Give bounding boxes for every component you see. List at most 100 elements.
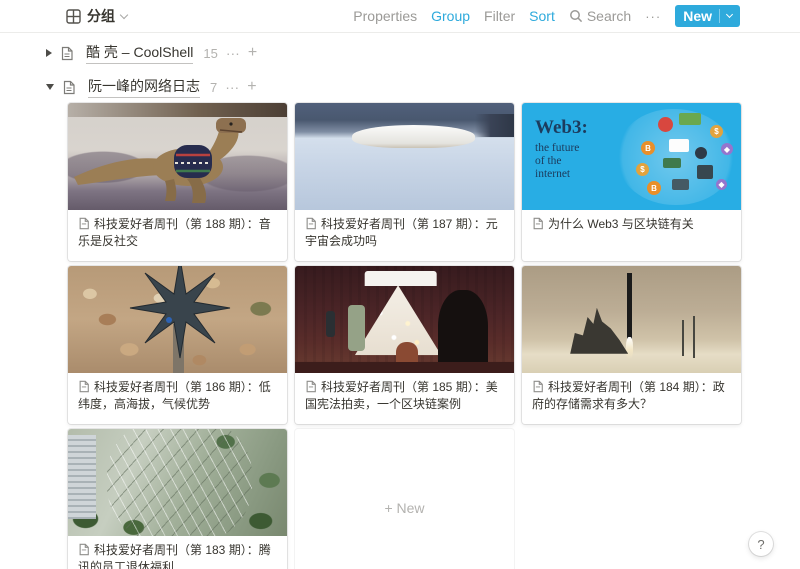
expand-toggle-icon[interactable] (46, 49, 52, 57)
gallery-card-188[interactable]: 科技爱好者周刊（第 188 期）：音乐是反社交 (68, 103, 287, 261)
view-title: 分组 (87, 6, 115, 26)
star-spire-figure (68, 266, 287, 373)
new-button-label[interactable]: New (683, 8, 712, 24)
more-options-button[interactable]: ··· (645, 9, 661, 24)
page-icon (532, 380, 544, 393)
card-cover-image (295, 266, 514, 373)
rocket-shape (627, 273, 632, 341)
card-title-text: 科技爱好者周刊（第 188 期）：音乐是反社交 (78, 217, 271, 248)
card-title: 为什么 Web3 与区块链有关 (522, 210, 741, 233)
card-cover-image (68, 266, 287, 373)
help-button[interactable]: ? (749, 532, 773, 556)
web3-sub1: the future (535, 142, 588, 155)
gallery-card-186[interactable]: 科技爱好者周刊（第 186 期）：低纬度，高海拔，气候优势 (68, 266, 287, 424)
person-sitting (396, 342, 418, 364)
gallery-view-icon (66, 9, 81, 24)
cloud-icon (669, 139, 689, 152)
new-button[interactable]: New (675, 5, 740, 27)
dinosaur-figure (68, 103, 287, 210)
coin-icon: $ (710, 125, 723, 138)
group-add-button[interactable]: + (248, 45, 257, 61)
bitcoin-icon: B (641, 141, 655, 155)
page-icon (78, 543, 90, 556)
gallery-card-183[interactable]: 科技爱好者周刊（第 183 期）：腾讯的员工退休福利 (68, 429, 287, 569)
card-title: 科技爱好者周刊（第 188 期）：音乐是反社交 (68, 210, 287, 250)
card-title-text: 科技爱好者周刊（第 184 期）：政府的存储需求有多大？ (532, 380, 725, 411)
lightning-tower (682, 320, 684, 356)
group-header-coolshell: 酷 壳 – CoolShell 15 ··· + (46, 41, 800, 65)
page-icon (305, 217, 317, 230)
card-cover-image (68, 103, 287, 210)
card-cover-image (522, 266, 741, 373)
gallery-card-web3[interactable]: Web3: the future of the internet $ ◆ B $… (522, 103, 741, 261)
search-button[interactable]: Search (569, 8, 631, 24)
web3-cover-text: Web3: the future of the internet (535, 117, 588, 181)
web3-heading: Web3: (535, 117, 588, 139)
web3-sub3: internet (535, 168, 588, 181)
gallery-card-184[interactable]: 科技爱好者周刊（第 184 期）：政府的存储需求有多大？ (522, 266, 741, 424)
page-icon (532, 217, 544, 230)
card-title: 科技爱好者周刊（第 185 期）：美国宪法拍卖，一个区块链案例 (295, 373, 514, 413)
new-page-card[interactable]: + New (295, 429, 514, 569)
filter-button[interactable]: Filter (484, 8, 515, 24)
page-icon (62, 80, 76, 95)
help-label: ? (757, 537, 764, 552)
group-header-ruanyifeng: 阮一峰的网络日志 7 ··· + (46, 75, 800, 99)
card-title-text: 科技爱好者周刊（第 185 期）：美国宪法拍卖，一个区块链案例 (305, 380, 498, 411)
button-divider (719, 9, 720, 23)
card-title: 科技爱好者周刊（第 184 期）：政府的存储需求有多大？ (522, 373, 741, 413)
card-title: 科技爱好者周刊（第 187 期）：元宇宙会成功吗 (295, 210, 514, 250)
group-title[interactable]: 阮一峰的网络日志 (88, 76, 200, 98)
properties-button[interactable]: Properties (353, 8, 417, 24)
group-more-button[interactable]: ··· (225, 79, 239, 95)
collapse-toggle-icon[interactable] (46, 84, 54, 90)
plaza-floor (295, 362, 514, 373)
gallery-card-187[interactable]: 科技爱好者周刊（第 187 期）：元宇宙会成功吗 (295, 103, 514, 261)
card-cover-image: Web3: the future of the internet $ ◆ B $… (522, 103, 741, 210)
new-page-card-label: + New (384, 500, 424, 516)
lightning-tower (693, 316, 695, 358)
blockchain-icon (663, 158, 681, 168)
group-button[interactable]: Group (431, 8, 470, 24)
card-title-text: 科技爱好者周刊（第 183 期）：腾讯的员工退休福利 (78, 543, 271, 569)
gallery-card-185[interactable]: 科技爱好者周刊（第 185 期）：美国宪法拍卖，一个区块链案例 (295, 266, 514, 424)
ethereum2-icon: ◆ (716, 179, 727, 190)
toolbar-actions: Properties Group Filter Sort Search ··· … (353, 5, 740, 27)
group-title[interactable]: 酷 壳 – CoolShell (86, 42, 193, 64)
chevron-down-icon (120, 10, 128, 18)
group-more-button[interactable]: ··· (226, 45, 240, 61)
view-toolbar: 分组 Properties Group Filter Sort Search ·… (0, 0, 800, 33)
globe-icon (695, 147, 707, 159)
person-green-dress (348, 305, 365, 351)
page-icon (305, 380, 317, 393)
new-dropdown-chevron-icon[interactable] (726, 11, 733, 18)
monitor-icon (672, 179, 689, 190)
person-silhouette (326, 311, 335, 337)
card-title-text: 科技爱好者周刊（第 186 期）：低纬度，高海拔，气候优势 (78, 380, 271, 411)
sort-button[interactable]: Sort (529, 8, 555, 24)
page-icon (78, 217, 90, 230)
card-title: 科技爱好者周刊（第 183 期）：腾讯的员工退休福利 (68, 536, 287, 569)
page-icon (78, 380, 90, 393)
person-dark-silhouette (438, 290, 488, 370)
server-icon (697, 165, 713, 179)
search-label: Search (587, 8, 631, 24)
card-cover-image (68, 429, 287, 536)
group-count: 7 (210, 80, 217, 95)
group-count: 15 (203, 46, 217, 61)
coin2-icon: $ (636, 163, 649, 176)
card-title-text: 为什么 Web3 与区块链有关 (548, 217, 694, 231)
group-add-button[interactable]: + (247, 79, 256, 95)
icon-cluster-blob (617, 109, 735, 205)
view-tab-grouped[interactable]: 分组 (66, 6, 127, 26)
ethereum-icon: ◆ (721, 143, 733, 155)
page-icon (60, 46, 74, 61)
card-title: 科技爱好者周刊（第 186 期）：低纬度，高海拔，气候优势 (68, 373, 287, 413)
rocket-exhaust (626, 337, 633, 359)
search-icon (569, 9, 583, 23)
canopy-shape (364, 271, 436, 286)
card-cover-image (295, 103, 514, 210)
web3-sub2: of the (535, 155, 588, 168)
launch-structure (570, 308, 628, 354)
clock-icon (658, 117, 673, 132)
